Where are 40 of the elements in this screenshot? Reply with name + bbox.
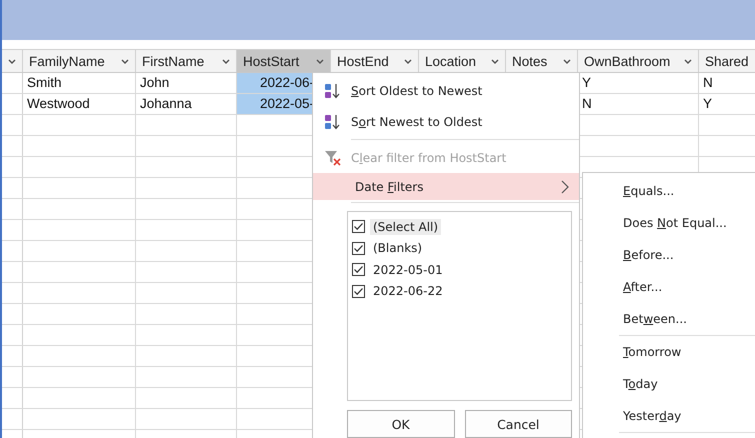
- column-header[interactable]: Shared: [699, 50, 755, 72]
- menu-item[interactable]: Before...: [623, 248, 674, 262]
- caret-icon[interactable]: [684, 58, 692, 64]
- table-cell: Y: [699, 94, 755, 114]
- table-cell: Westwood: [23, 94, 136, 114]
- value-list[interactable]: (Select All) (Blanks) 2022-05-01 2022-06-22: [347, 211, 572, 401]
- clear-filter-icon: [323, 148, 343, 166]
- menu-item[interactable]: Today: [623, 377, 658, 391]
- list-item[interactable]: (Blanks): [370, 240, 426, 256]
- caret-icon[interactable]: [491, 58, 499, 64]
- dialog-button[interactable]: OK: [347, 410, 454, 438]
- table-cell: Smith: [23, 73, 136, 93]
- menu-item[interactable]: Equals...: [623, 184, 674, 198]
- caret-icon[interactable]: [404, 58, 412, 64]
- checkbox[interactable]: [352, 242, 365, 255]
- caret-icon[interactable]: [8, 58, 16, 64]
- menu-item[interactable]: Sort Oldest to Newest: [351, 84, 482, 98]
- dialog-button[interactable]: Cancel: [464, 410, 572, 438]
- caret-icon[interactable]: [222, 58, 230, 64]
- checkbox[interactable]: [352, 284, 365, 298]
- menu-item[interactable]: Tomorrow: [623, 345, 682, 359]
- caret-icon[interactable]: [316, 58, 324, 64]
- table-cell: N: [699, 73, 755, 93]
- checkbox[interactable]: [352, 263, 365, 276]
- list-item[interactable]: (Select All): [370, 218, 442, 235]
- menu-item[interactable]: Between...: [623, 312, 687, 326]
- column-header[interactable]: OwnBathroom: [578, 50, 699, 72]
- caret-icon[interactable]: [563, 58, 571, 64]
- chevron-right-icon: [561, 180, 569, 194]
- caret-icon[interactable]: [121, 58, 129, 64]
- menu-item[interactable]: Yesterday: [623, 409, 682, 423]
- column-header[interactable]: FamilyName: [23, 50, 136, 72]
- menu-item[interactable]: After...: [623, 280, 662, 294]
- menu-item[interactable]: Sort Newest to Oldest: [351, 114, 482, 128]
- list-item[interactable]: 2022-06-22: [370, 283, 446, 300]
- list-item[interactable]: 2022-05-01: [370, 262, 446, 278]
- checkbox[interactable]: [352, 220, 365, 234]
- menu-item[interactable]: Does Not Equal...: [623, 216, 727, 230]
- column-header[interactable]: HostStart: [237, 50, 331, 72]
- menu-item[interactable]: Date Filters: [313, 173, 579, 200]
